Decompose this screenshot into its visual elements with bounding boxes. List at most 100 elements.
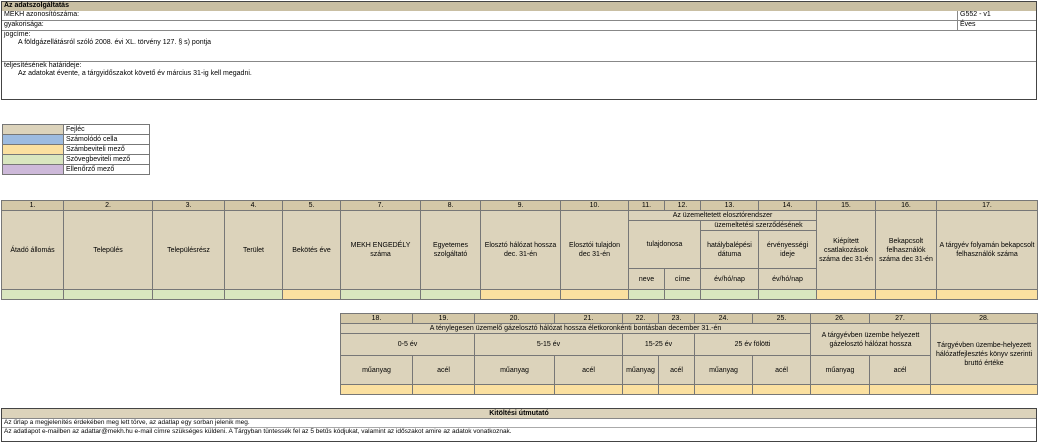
- header-egyetemes: Egyetemes szolgáltató: [420, 210, 481, 290]
- header-tulajdonosa: tulajdonosa: [628, 220, 701, 269]
- service-info-box: Az adatszolgáltatás MEKH azonosítószáma:…: [1, 1, 1037, 100]
- main-table-part1: 1. 2. 3. 4. 5. 7. 8. 9. 10. 11. 12. 13. …: [1, 200, 1038, 300]
- col-num-26: 26.: [810, 313, 870, 324]
- input-telepules[interactable]: [63, 289, 153, 300]
- input-eloszto-hossz[interactable]: [480, 289, 561, 300]
- header-material-6: acél: [658, 355, 695, 385]
- header-terulet: Terület: [224, 210, 283, 290]
- input-26[interactable]: [810, 384, 870, 395]
- header-material-1: műanyag: [340, 355, 413, 385]
- header-material-7: műanyag: [694, 355, 753, 385]
- header-bekotes-eve: Bekötés éve: [282, 210, 341, 290]
- col-num-25: 25.: [752, 313, 811, 324]
- input-18[interactable]: [340, 384, 413, 395]
- input-targyev[interactable]: [936, 289, 1038, 300]
- col-num-21: 21.: [554, 313, 623, 324]
- col-num-17: 17.: [936, 200, 1038, 211]
- input-22[interactable]: [622, 384, 659, 395]
- code-value: G552 - v1: [957, 11, 991, 20]
- header-material-4: acél: [554, 355, 623, 385]
- input-20[interactable]: [474, 384, 555, 395]
- guide-line-2: Az adatlapot e-mailben az adattar@mekh.h…: [4, 428, 512, 435]
- col-num-5: 5.: [282, 200, 341, 211]
- frequency-label: gyakorisága:: [4, 21, 44, 28]
- frequency-row: gyakorisága: Éves: [2, 21, 1036, 31]
- code-label: MEKH azonosítószáma:: [4, 11, 80, 18]
- input-atado[interactable]: [1, 289, 64, 300]
- col-num-3: 3.: [152, 200, 225, 211]
- input-23[interactable]: [658, 384, 695, 395]
- col-num-19: 19.: [412, 313, 475, 324]
- input-telepulesresz[interactable]: [152, 289, 225, 300]
- header-material-2: acél: [412, 355, 475, 385]
- header-szerzodes: üzemeltetési szerződésének: [700, 220, 817, 231]
- main-table-part2: 18. 19. 20. 21. 22. 23. 24. 25. 26. 27. …: [340, 313, 1038, 395]
- legend-label: Ellenőrző mező: [63, 164, 150, 175]
- legend-row: Számolódó cella: [2, 134, 150, 145]
- header-material-8: acél: [752, 355, 811, 385]
- col-num-7: 7.: [340, 200, 421, 211]
- header-material-9: műanyag: [810, 355, 870, 385]
- input-27[interactable]: [869, 384, 931, 395]
- col-num-22: 22.: [622, 313, 659, 324]
- col-num-24: 24.: [694, 313, 753, 324]
- col-num-13: 13.: [700, 200, 759, 211]
- legend-label: Fejléc: [63, 124, 150, 135]
- code-row: MEKH azonosítószáma: G552 - v1: [2, 11, 1036, 21]
- header-0-5: 0-5 év: [340, 333, 475, 356]
- input-eloszto-tul[interactable]: [560, 289, 629, 300]
- col-num-8: 8.: [420, 200, 481, 211]
- legend-row: Fejléc: [2, 124, 150, 135]
- input-hatalyba[interactable]: [700, 289, 759, 300]
- legend-label: Számolódó cella: [63, 134, 150, 145]
- deadline-label: teljesítésének határideje:: [4, 62, 82, 69]
- input-mekh[interactable]: [340, 289, 421, 300]
- header-date-2: év/hó/nap: [758, 268, 817, 290]
- header-hatalybalepes: hatálybalépési dátuma: [700, 230, 759, 269]
- col-num-11: 11.: [628, 200, 665, 211]
- header-material-10: acél: [869, 355, 931, 385]
- col-num-1: 1.: [1, 200, 64, 211]
- input-28[interactable]: [930, 384, 1038, 395]
- input-25[interactable]: [752, 384, 811, 395]
- legal-basis-block: jogcíme: A földgázellátásról szóló 2008.…: [2, 31, 1036, 62]
- col-num-27: 27.: [869, 313, 931, 324]
- frequency-value: Éves: [957, 21, 976, 30]
- input-neve[interactable]: [628, 289, 665, 300]
- col-num-23: 23.: [658, 313, 695, 324]
- input-terulet[interactable]: [224, 289, 283, 300]
- legend-swatch: [2, 134, 64, 145]
- header-uzembe-helyezett: A tárgyévben üzembe helyezett gázelosztó…: [810, 323, 931, 356]
- header-cime: címe: [664, 268, 701, 290]
- header-telepulesresz: Településrész: [152, 210, 225, 290]
- input-bekotes[interactable]: [282, 289, 341, 300]
- col-num-18: 18.: [340, 313, 413, 324]
- col-num-4: 4.: [224, 200, 283, 211]
- legal-value: A földgázellátásról szóló 2008. évi XL. …: [18, 39, 212, 46]
- legend-label: Számbeviteli mező: [63, 144, 150, 155]
- input-21[interactable]: [554, 384, 623, 395]
- col-num-15: 15.: [816, 200, 876, 211]
- guide-line-1: Az űrlap a megjelenítés érdekében meg le…: [2, 419, 1036, 428]
- legend-swatch: [2, 164, 64, 175]
- input-kiepitett[interactable]: [816, 289, 876, 300]
- header-material-3: műanyag: [474, 355, 555, 385]
- legend-swatch: [2, 154, 64, 165]
- legend-row: Számbeviteli mező: [2, 144, 150, 155]
- header-telepules: Település: [63, 210, 153, 290]
- header-mekh-engedely: MEKH ENGEDÉLY száma: [340, 210, 421, 290]
- input-bekapcsolt[interactable]: [875, 289, 937, 300]
- input-ervenyes[interactable]: [758, 289, 817, 300]
- legend-swatch: [2, 144, 64, 155]
- header-targyev: A tárgyév folyamán bekapcsolt felhasznál…: [936, 210, 1038, 290]
- header-15-25: 15-25 év: [622, 333, 695, 356]
- input-19[interactable]: [412, 384, 475, 395]
- input-cime[interactable]: [664, 289, 701, 300]
- header-kiepitett: Kiépített csatlakozások száma dec 31-én: [816, 210, 876, 290]
- input-24[interactable]: [694, 384, 753, 395]
- input-egyetemes[interactable]: [420, 289, 481, 300]
- header-eloszto-hossz: Elosztó hálózat hossza dec. 31-én: [480, 210, 561, 290]
- col-num-20: 20.: [474, 313, 555, 324]
- header-atado-allomas: Átadó állomás: [1, 210, 64, 290]
- service-title: Az adatszolgáltatás: [2, 2, 1036, 11]
